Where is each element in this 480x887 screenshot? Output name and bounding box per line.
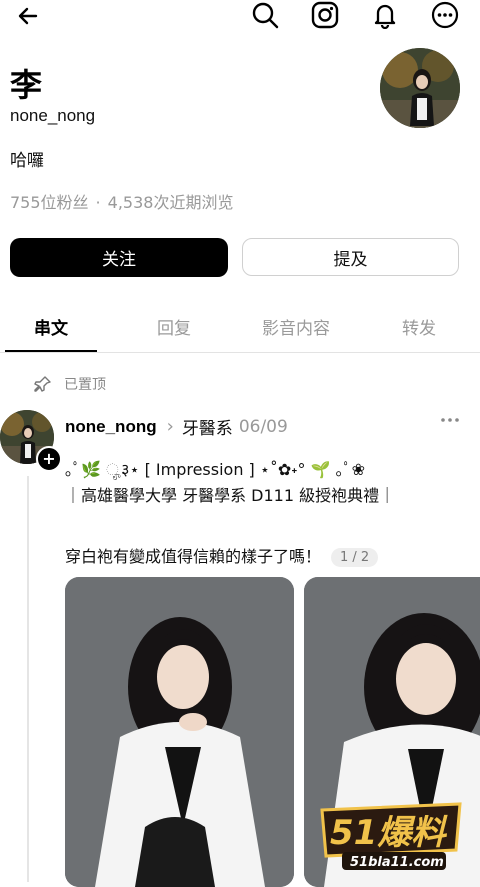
- recent-views: 4,538次近期浏览: [107, 193, 234, 212]
- post-date: 06/09: [238, 416, 288, 437]
- more-horizontal-icon[interactable]: [440, 410, 460, 430]
- search-icon[interactable]: [250, 0, 280, 30]
- follow-button[interactable]: 关注: [10, 238, 228, 277]
- stats-separator: ·: [95, 193, 101, 212]
- chevron-right-icon: ›: [166, 416, 174, 437]
- profile-name: 李: [10, 66, 43, 104]
- pinned-indicator: 已置顶: [34, 374, 106, 394]
- pin-icon: [34, 376, 51, 392]
- tab-media[interactable]: 影音内容: [236, 300, 356, 352]
- profile-bio: 哈囉: [10, 151, 44, 171]
- post-text-main: 穿白袍有變成值得信賴的樣子了嗎！: [65, 547, 322, 566]
- follow-plus-badge[interactable]: +: [36, 446, 62, 472]
- bell-icon[interactable]: [370, 0, 400, 30]
- arrow-left-icon[interactable]: [14, 2, 42, 30]
- post-text-line-1: ｡ﾟ🌿 ೄ३⋆ [ Impression ] ⋆˚✿˖° 🌱 ｡ﾟ❀: [65, 460, 366, 479]
- watermark-logo: 51爆料 51bla11.com: [316, 800, 466, 872]
- post-image-1[interactable]: [65, 577, 294, 887]
- pinned-label: 已置顶: [64, 377, 106, 393]
- svg-text:51bla11.com: 51bla11.com: [350, 855, 444, 870]
- profile-handle: none_nong: [10, 106, 96, 125]
- thread-line: [27, 476, 29, 882]
- profile-stats: 755位粉丝 · 4,538次近期浏览: [10, 189, 233, 213]
- post-category[interactable]: 牙醫系: [182, 414, 233, 439]
- instagram-icon[interactable]: [310, 0, 340, 30]
- more-circle-icon[interactable]: [430, 0, 460, 30]
- tab-reposts[interactable]: 转发: [373, 300, 465, 352]
- top-bar: [0, 0, 480, 34]
- svg-text:51爆料: 51爆料: [330, 813, 448, 853]
- image-pager: 1 / 2: [331, 548, 379, 567]
- post-text-line-2: ｜高雄醫學大學 牙醫學系 D111 級授袍典禮｜: [65, 486, 396, 505]
- avatar[interactable]: [380, 48, 460, 128]
- post-username[interactable]: none_nong: [65, 417, 157, 437]
- post-header: none_nong › 牙醫系 06/09: [65, 414, 288, 439]
- profile-tabs: 串文 回复 影音内容 转发: [0, 300, 480, 353]
- active-tab-indicator: [5, 350, 97, 352]
- followers-count[interactable]: 755位粉丝: [10, 193, 89, 212]
- post-text-line-3: 穿白袍有變成值得信賴的樣子了嗎！ 1 / 2: [65, 543, 379, 567]
- tab-replies[interactable]: 回复: [128, 300, 220, 352]
- mention-button[interactable]: 提及: [242, 238, 459, 276]
- tab-threads[interactable]: 串文: [5, 300, 97, 352]
